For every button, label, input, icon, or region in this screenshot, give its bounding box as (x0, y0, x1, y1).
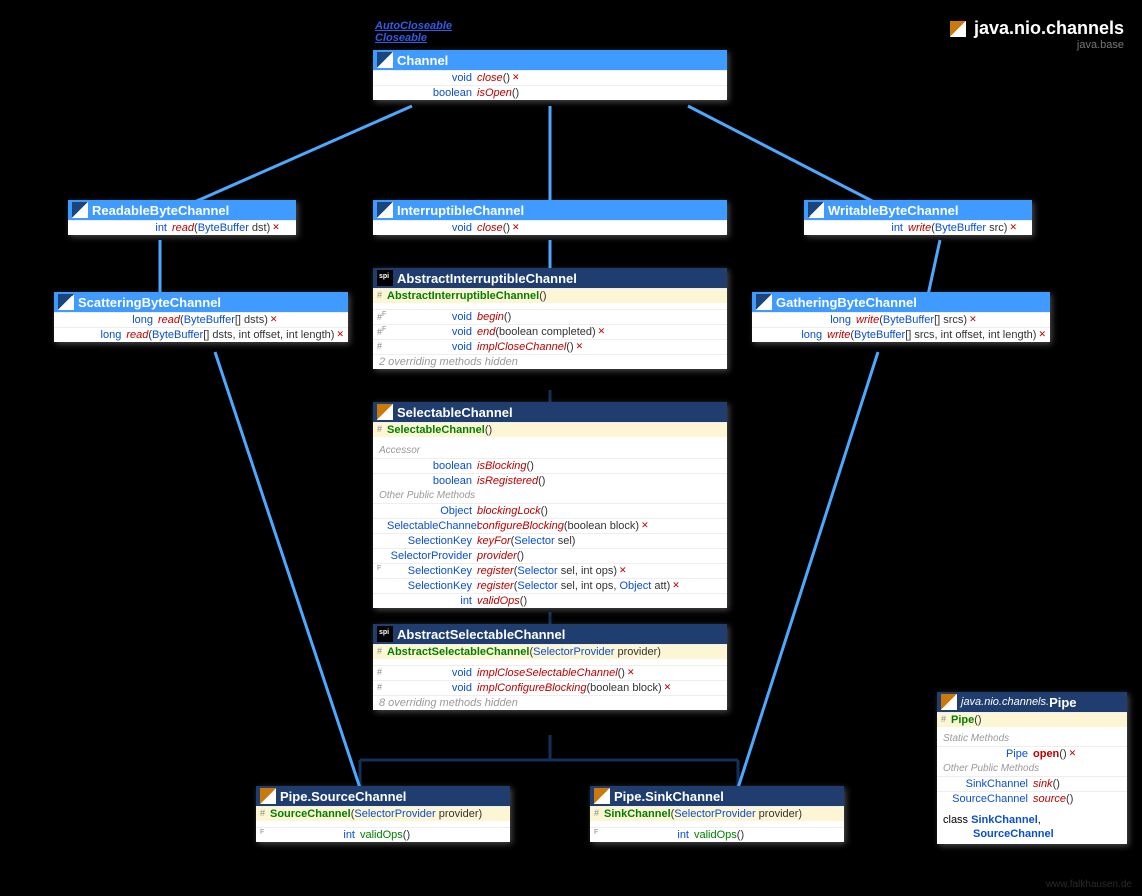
class-abstract-interruptible[interactable]: AbstractInterruptibleChannel #AbstractIn… (373, 268, 727, 369)
interface-icon (808, 202, 824, 218)
super-interface-links: AutoCloseable Closeable (375, 20, 452, 44)
link-sinkchannel[interactable]: SinkChannel (971, 814, 1038, 826)
interface-icon (756, 294, 772, 310)
class-writable[interactable]: WritableByteChannel int write (ByteBuffe… (804, 200, 1032, 235)
class-interruptible[interactable]: InterruptibleChannel void close ()✕ (373, 200, 727, 235)
interface-icon (377, 202, 393, 218)
class-gathering[interactable]: GatheringByteChannel long write (ByteBuf… (752, 292, 1050, 342)
interface-icon (377, 52, 393, 68)
class-icon (377, 404, 393, 420)
class-icon (941, 694, 957, 710)
class-channel[interactable]: Channel void close ()✕boolean isOpen () (373, 50, 727, 100)
class-pipe[interactable]: java.nio.channels.Pipe #Pipe () Static M… (937, 692, 1127, 844)
class-pipe-sink[interactable]: Pipe.SinkChannel #SinkChannel (SelectorP… (590, 786, 844, 842)
spi-icon (377, 626, 393, 642)
link-autocloseable[interactable]: AutoCloseable (375, 20, 452, 32)
class-abstract-selectable[interactable]: AbstractSelectableChannel #AbstractSelec… (373, 624, 727, 710)
class-icon (594, 788, 610, 804)
class-icon (260, 788, 276, 804)
spi-icon (377, 270, 393, 286)
class-pipe-source[interactable]: Pipe.SourceChannel #SourceChannel (Selec… (256, 786, 510, 842)
footer-credit: www.falkhausen.de (1046, 879, 1132, 890)
package-icon (950, 21, 966, 37)
link-closeable[interactable]: Closeable (375, 32, 452, 44)
interface-icon (58, 294, 74, 310)
class-selectable[interactable]: SelectableChannel #SelectableChannel () … (373, 402, 727, 608)
package-title: java.nio.channels java.base (950, 18, 1124, 51)
interface-icon (72, 202, 88, 218)
link-sourcechannel[interactable]: SourceChannel (973, 828, 1054, 840)
class-scattering[interactable]: ScatteringByteChannel long read (ByteBuf… (54, 292, 348, 342)
class-readable[interactable]: ReadableByteChannel int read (ByteBuffer… (68, 200, 296, 235)
